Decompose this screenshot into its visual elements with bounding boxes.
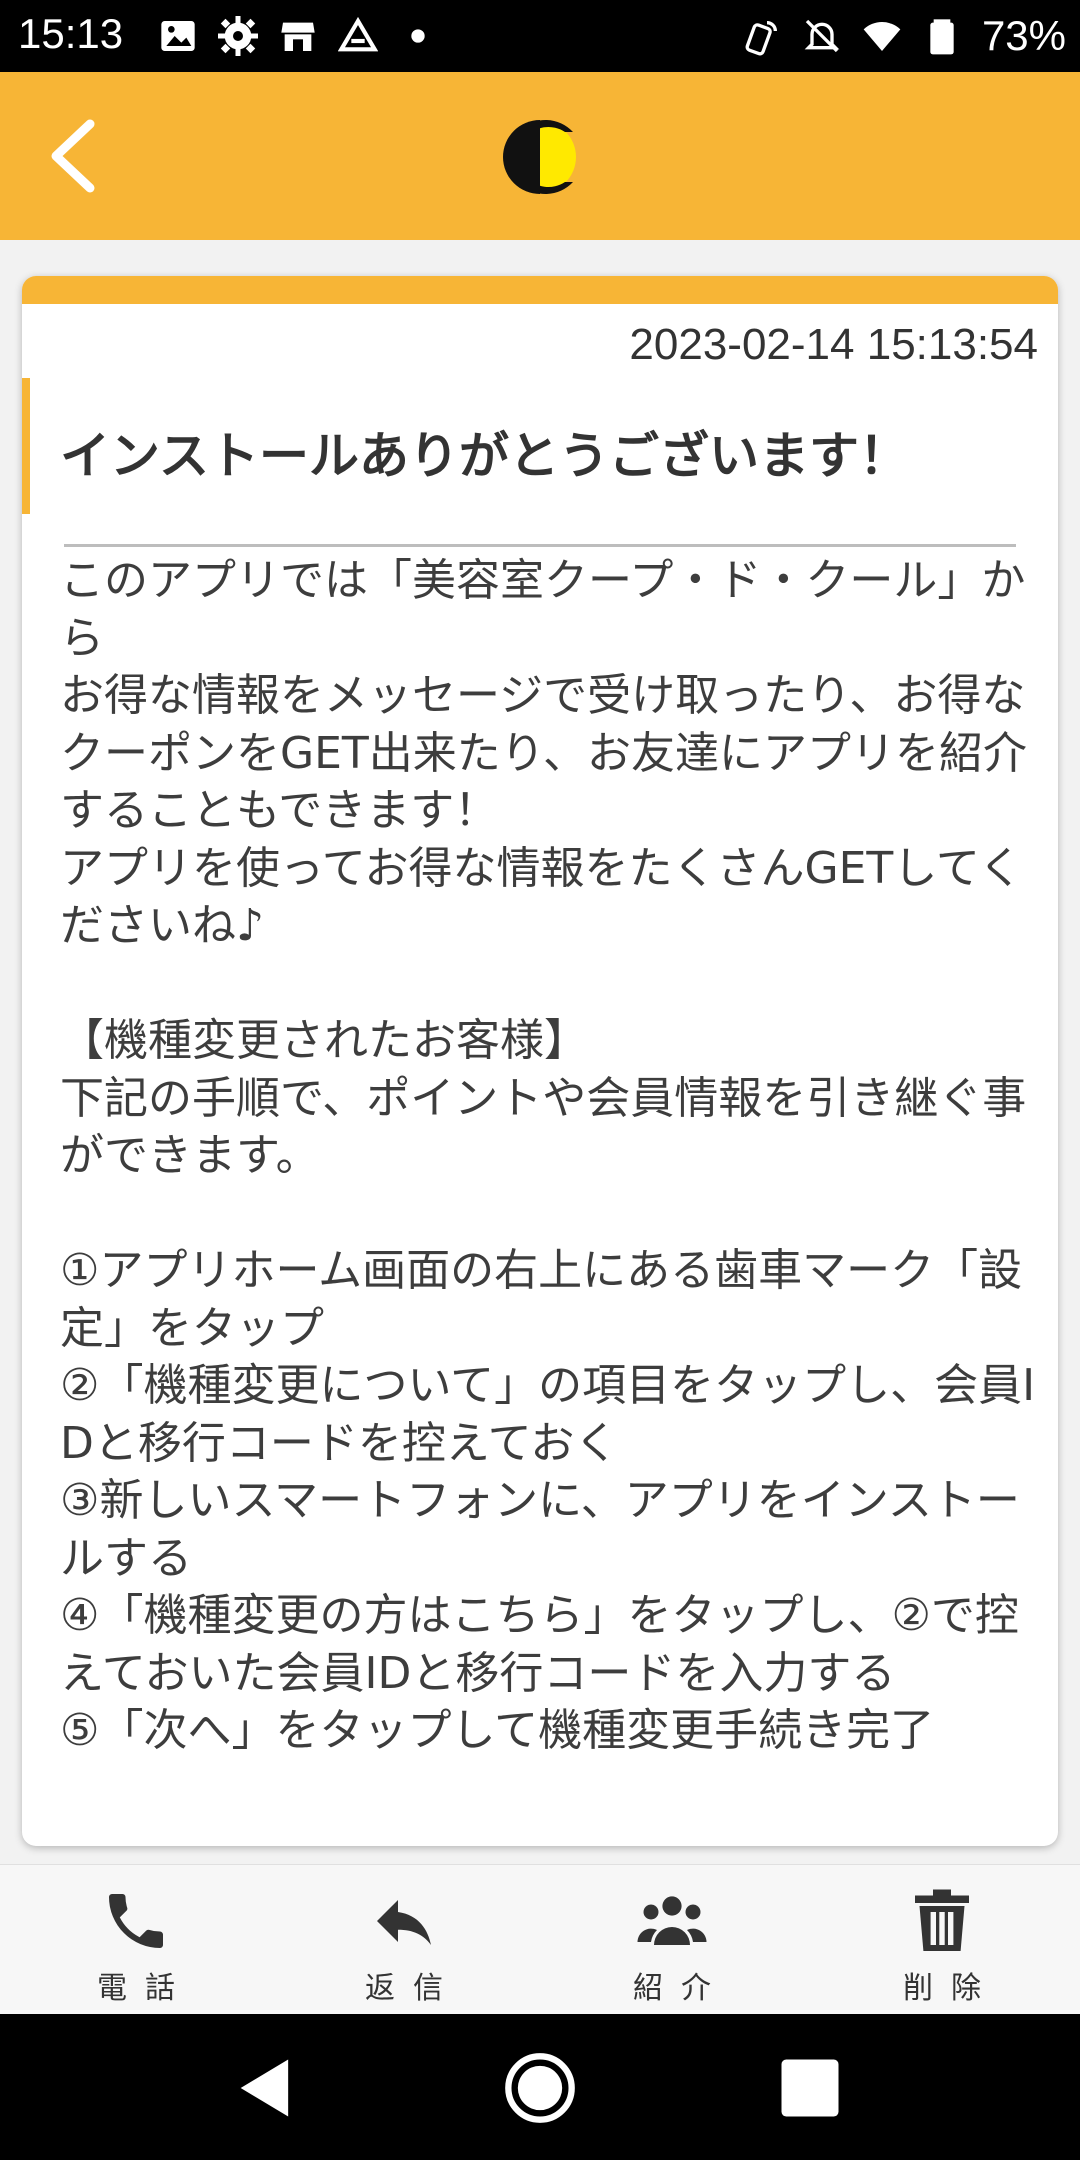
store-icon <box>281 22 315 51</box>
trash-icon <box>915 1889 969 1951</box>
nav-home-icon[interactable] <box>502 2050 578 2126</box>
system-nav-bar <box>0 2014 1080 2160</box>
system-icons: 73% <box>742 10 1066 62</box>
phone-icon <box>109 1894 163 1948</box>
action-bar: 電話 返信 紹介 削除 <box>0 1864 1080 2015</box>
mute-bell-icon <box>804 19 840 53</box>
phone-label: 電話 <box>97 1971 193 2006</box>
group-icon <box>637 1896 707 1945</box>
back-arrow-icon[interactable] <box>40 116 110 196</box>
settings-gear-icon <box>218 16 258 56</box>
notification-icons <box>158 14 438 58</box>
title-divider <box>64 544 1016 547</box>
battery-percent: 73% <box>981 12 1066 59</box>
nav-recents-icon[interactable] <box>772 2050 848 2126</box>
gallery-icon <box>161 21 195 51</box>
introduce-label: 紹介 <box>633 1971 729 2006</box>
wifi-icon <box>863 22 901 51</box>
message-timestamp: 2023-02-14 15:13:54 <box>629 320 1038 369</box>
message-title: インストールありがとうございます！ <box>60 427 909 485</box>
introduce-button[interactable]: 紹介 <box>572 1865 772 2015</box>
more-dot-icon <box>411 29 425 43</box>
phone-button[interactable]: 電話 <box>36 1865 236 2015</box>
reply-button[interactable]: 返信 <box>304 1865 504 2015</box>
nfc-phone-icon <box>745 21 777 56</box>
drive-icon <box>338 16 378 52</box>
reply-label: 返信 <box>365 1971 461 2006</box>
status-time: 15:13 <box>18 10 124 57</box>
message-card: 2023-02-14 15:13:54 インストールありがとうございます！ この… <box>22 276 1058 1846</box>
title-accent-bar <box>22 378 30 514</box>
card-accent-bar <box>22 276 1058 304</box>
nav-back-icon[interactable] <box>228 2050 304 2126</box>
delete-label: 削除 <box>903 1971 999 2006</box>
app-header <box>0 72 1080 240</box>
message-body: このアプリでは「美容室クープ・ド・クール」から お得な情報をメッセージで受け取っ… <box>60 555 1036 1756</box>
reply-icon <box>377 1900 431 1945</box>
status-bar: 15:13 73% <box>0 0 1080 72</box>
brand-logo-icon <box>503 120 576 195</box>
delete-button[interactable]: 削除 <box>842 1865 1042 2015</box>
battery-icon <box>930 19 954 55</box>
